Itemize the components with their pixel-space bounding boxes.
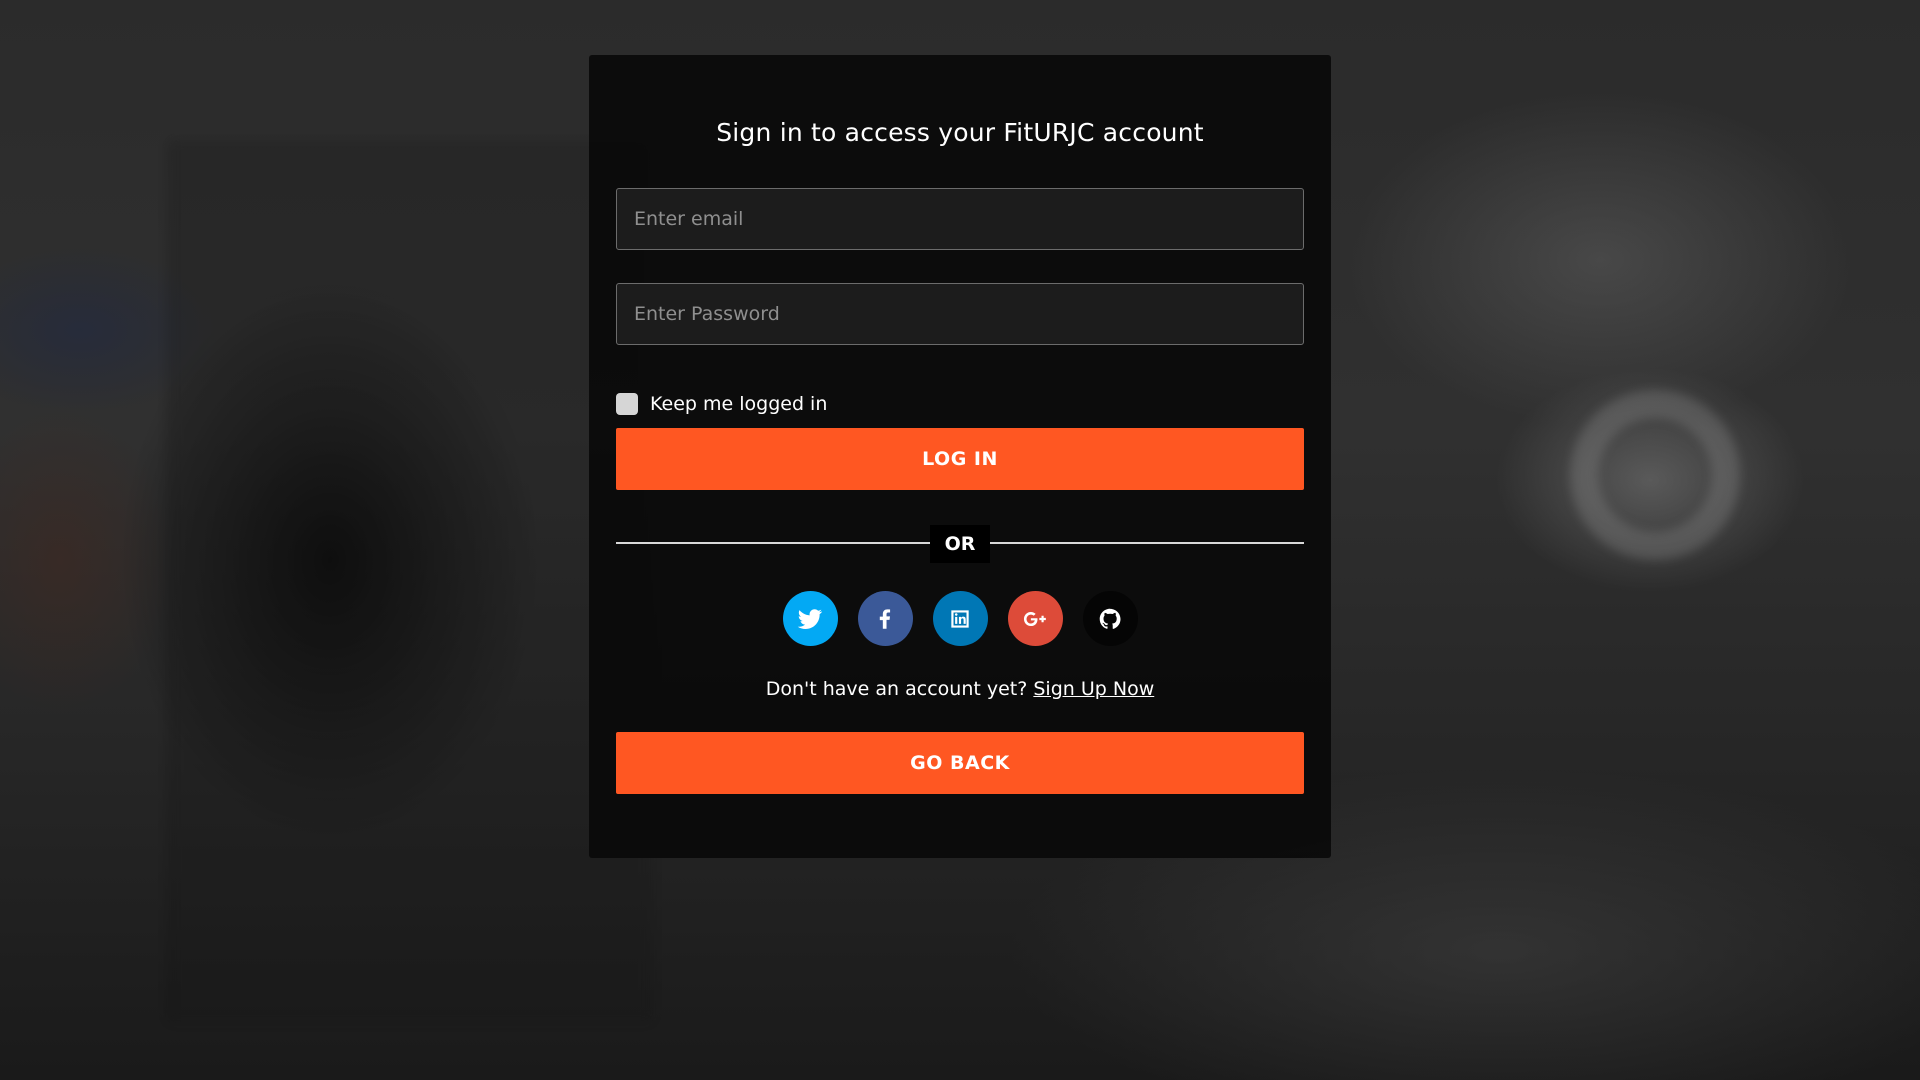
github-icon bbox=[1099, 608, 1121, 629]
remember-me-checkbox[interactable] bbox=[616, 393, 638, 415]
login-title: Sign in to access your FitURJC account bbox=[716, 118, 1204, 147]
divider-text: OR bbox=[930, 525, 990, 563]
twitter-icon bbox=[797, 608, 823, 629]
background-blur-stripes bbox=[170, 140, 650, 1020]
facebook-icon bbox=[879, 608, 891, 629]
linkedin-login-button[interactable] bbox=[932, 591, 988, 646]
remember-me-row: Keep me logged in bbox=[616, 392, 1304, 416]
remember-me-label[interactable]: Keep me logged in bbox=[650, 393, 827, 415]
twitter-login-button[interactable] bbox=[782, 591, 838, 646]
google-plus-login-button[interactable] bbox=[1007, 591, 1063, 646]
linkedin-icon bbox=[951, 609, 969, 628]
background-blur-wheel bbox=[1570, 390, 1740, 560]
go-back-button[interactable]: GO BACK bbox=[616, 732, 1304, 794]
google-plus-icon bbox=[1023, 611, 1046, 626]
email-input[interactable] bbox=[616, 188, 1304, 250]
facebook-login-button[interactable] bbox=[857, 591, 913, 646]
login-button[interactable]: LOG IN bbox=[616, 428, 1304, 490]
social-login-row bbox=[616, 591, 1304, 647]
login-card: Sign in to access your FitURJC account K… bbox=[589, 55, 1331, 858]
signup-prompt-row: Don't have an account yet? Sign Up Now bbox=[616, 678, 1304, 706]
or-divider: OR bbox=[616, 525, 1304, 563]
signup-prompt-text: Don't have an account yet? bbox=[765, 678, 1028, 700]
github-login-button[interactable] bbox=[1082, 591, 1138, 646]
password-input[interactable] bbox=[616, 283, 1304, 345]
signup-link[interactable]: Sign Up Now bbox=[1033, 678, 1154, 700]
